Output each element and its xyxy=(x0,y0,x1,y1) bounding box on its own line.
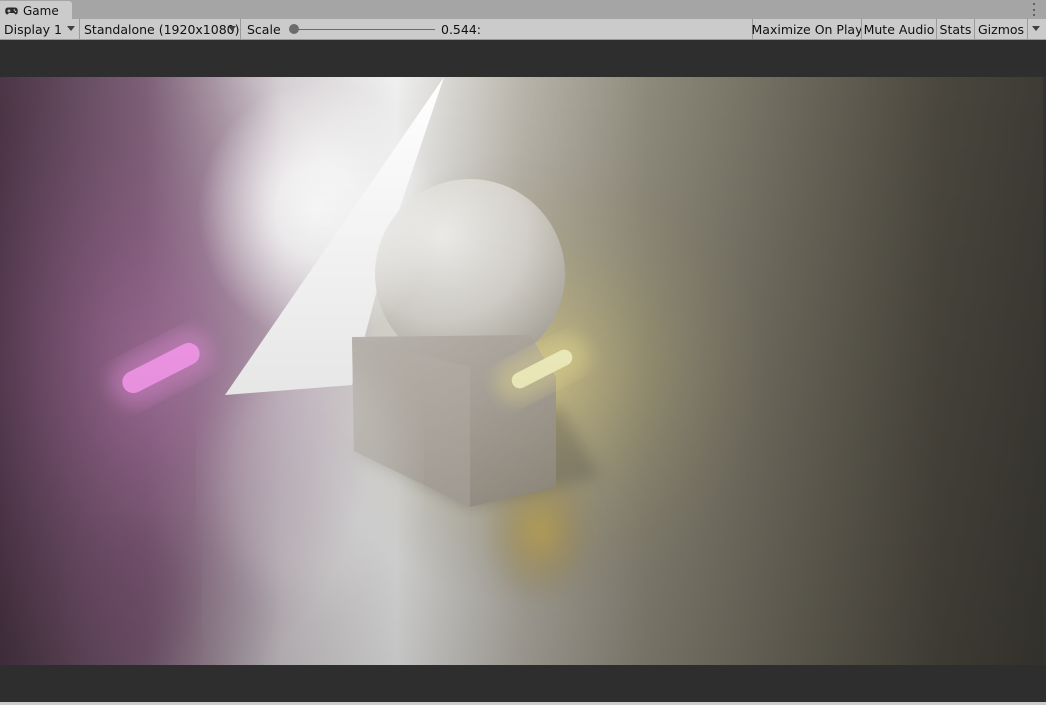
chevron-down-icon xyxy=(228,26,236,31)
scene-render xyxy=(0,77,1043,665)
game-viewport[interactable] xyxy=(0,77,1043,665)
maximize-on-play-label: Maximize On Play xyxy=(751,21,863,37)
gizmos-menu-button[interactable] xyxy=(1028,19,1044,39)
scale-slider-handle[interactable] xyxy=(289,24,300,34)
tab-game[interactable]: Game xyxy=(0,1,72,20)
display-dropdown[interactable]: Display 1 xyxy=(0,19,79,39)
letterbox-bottom xyxy=(0,665,1046,702)
chevron-down-icon xyxy=(1032,26,1040,31)
chevron-down-icon xyxy=(67,26,75,31)
vignette xyxy=(0,77,1043,665)
game-toolbar: Display 1 Standalone (1920x1080) Scale 0… xyxy=(0,19,1046,40)
game-window: Game Display 1 Standalone (1920x1080) Sc… xyxy=(0,0,1046,705)
tab-strip: Game xyxy=(0,0,1046,20)
resolution-dropdown-label: Standalone (1920x1080) xyxy=(84,21,240,37)
mute-audio-label: Mute Audio xyxy=(863,21,935,37)
scale-value: 0.544: xyxy=(441,21,481,37)
display-dropdown-label: Display 1 xyxy=(4,21,63,37)
tab-label: Game xyxy=(23,3,59,18)
gizmos-label: Gizmos xyxy=(977,21,1025,37)
scale-label: Scale xyxy=(247,21,281,37)
stats-label: Stats xyxy=(939,21,972,37)
mute-audio-toggle[interactable]: Mute Audio xyxy=(862,19,936,39)
gizmos-toggle[interactable]: Gizmos xyxy=(975,19,1027,39)
kebab-menu-icon[interactable] xyxy=(1032,3,1036,16)
gamepad-icon xyxy=(5,6,19,15)
resolution-dropdown[interactable]: Standalone (1920x1080) xyxy=(80,19,240,39)
scale-slider-track[interactable] xyxy=(290,29,435,30)
maximize-on-play-toggle[interactable]: Maximize On Play xyxy=(751,19,863,39)
stats-toggle[interactable]: Stats xyxy=(937,19,974,39)
